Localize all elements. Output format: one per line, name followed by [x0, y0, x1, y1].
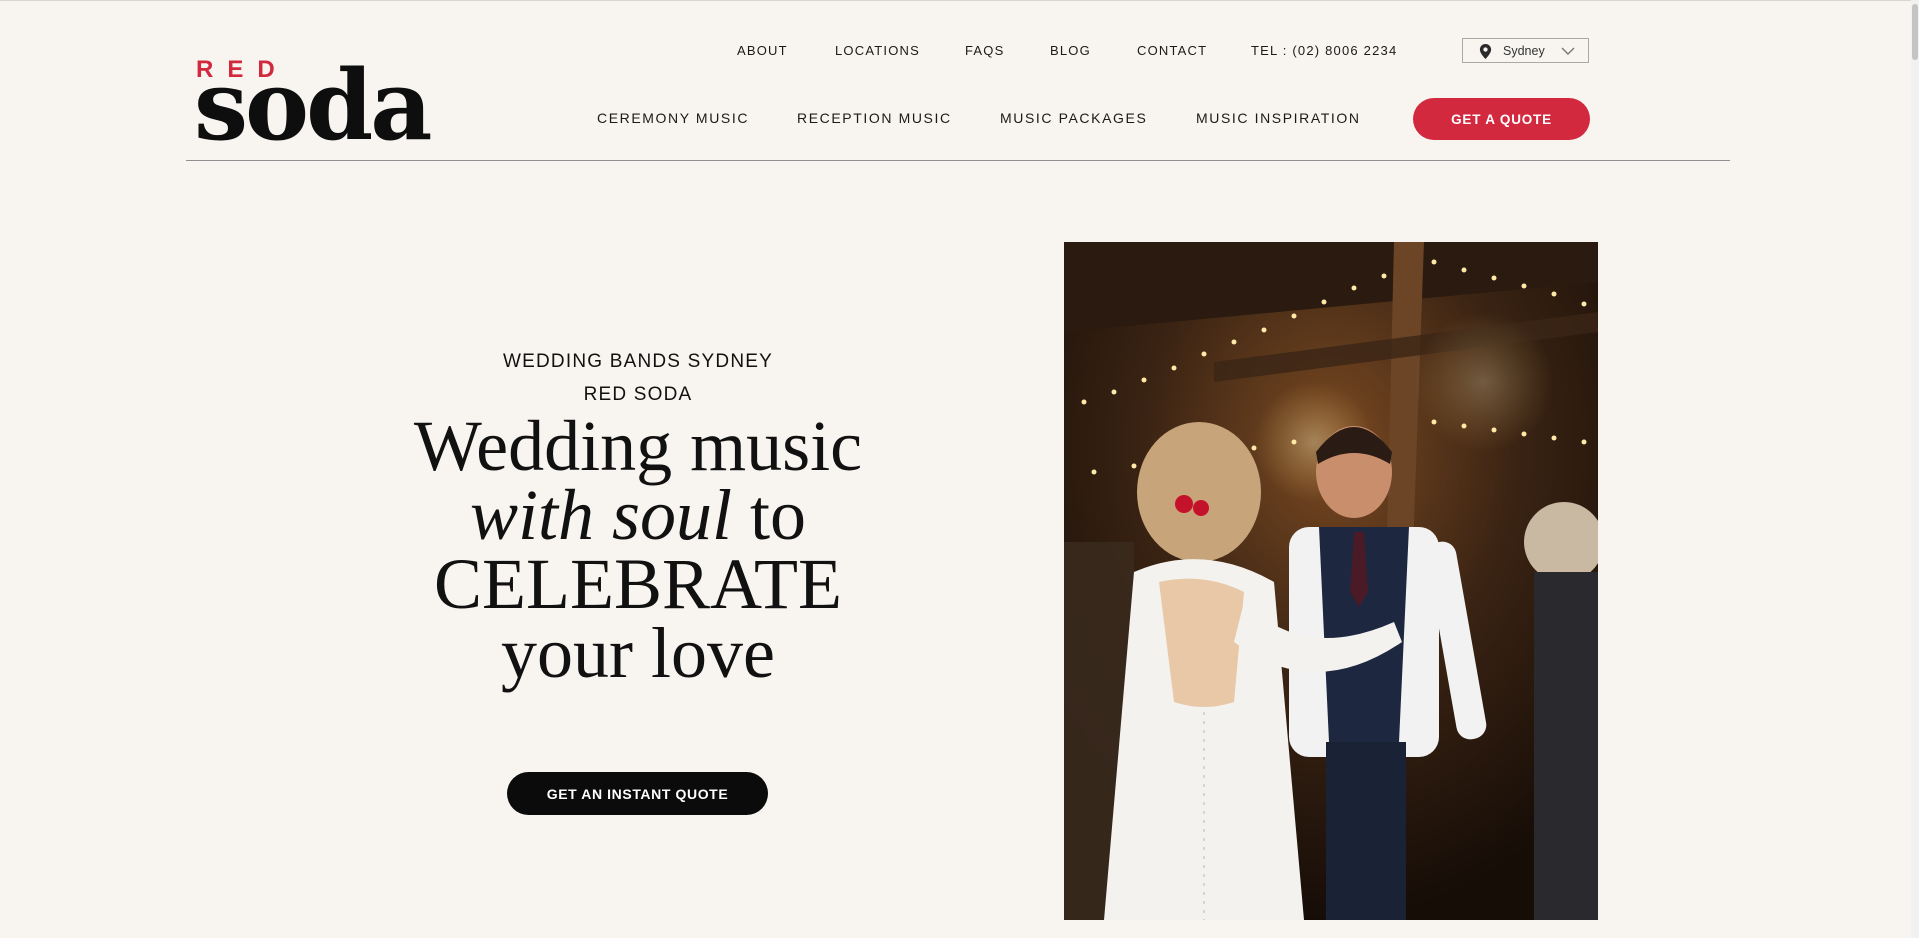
- nav-contact[interactable]: CONTACT: [1137, 43, 1207, 58]
- get-a-quote-button[interactable]: GET A QUOTE: [1413, 98, 1590, 140]
- header-divider: [186, 160, 1730, 161]
- nav-faqs[interactable]: FAQS: [965, 43, 1004, 58]
- hero-title-line-1: Wedding music: [413, 406, 863, 486]
- nav-phone[interactable]: TEL : (02) 8006 2234: [1251, 43, 1397, 58]
- nav-reception-music[interactable]: RECEPTION MUSIC: [797, 110, 952, 126]
- nav-music-inspiration[interactable]: MUSIC INSPIRATION: [1196, 110, 1361, 126]
- nav-about[interactable]: ABOUT: [737, 43, 788, 58]
- hero-wedding-photo: [1064, 242, 1598, 920]
- hero-eyebrow-wedding-bands: WEDDING BANDS SYDNEY: [503, 351, 773, 372]
- top-border: [0, 0, 1919, 1]
- hero-title-line-2: with soul to: [330, 479, 946, 551]
- map-pin-icon: [1479, 44, 1492, 59]
- scrollbar-thumb[interactable]: [1912, 4, 1918, 60]
- hero-title-line-4: your love: [501, 613, 775, 693]
- nav-music-packages[interactable]: MUSIC PACKAGES: [1000, 110, 1147, 126]
- brand-logo[interactable]: RED soda: [194, 56, 432, 154]
- hero-title-italic: with soul: [469, 475, 733, 555]
- nav-blog[interactable]: BLOG: [1050, 43, 1091, 58]
- location-value: Sydney: [1503, 44, 1545, 58]
- get-instant-quote-button[interactable]: GET AN INSTANT QUOTE: [507, 772, 768, 815]
- hero-title: Wedding music with soul to CELEBRATE you…: [330, 406, 946, 693]
- logo-soda-text: soda: [194, 49, 432, 162]
- nav-ceremony-music[interactable]: CEREMONY MUSIC: [597, 110, 749, 126]
- nav-locations[interactable]: LOCATIONS: [835, 43, 920, 58]
- hero-title-line-3: CELEBRATE: [434, 544, 842, 624]
- hero-eyebrow-brand: RED SODA: [583, 384, 693, 405]
- page-scrollbar[interactable]: [1911, 0, 1919, 938]
- chevron-down-icon: [1561, 47, 1575, 55]
- hero-title-line-2-rest: to: [732, 475, 807, 555]
- location-select[interactable]: Sydney: [1462, 38, 1589, 63]
